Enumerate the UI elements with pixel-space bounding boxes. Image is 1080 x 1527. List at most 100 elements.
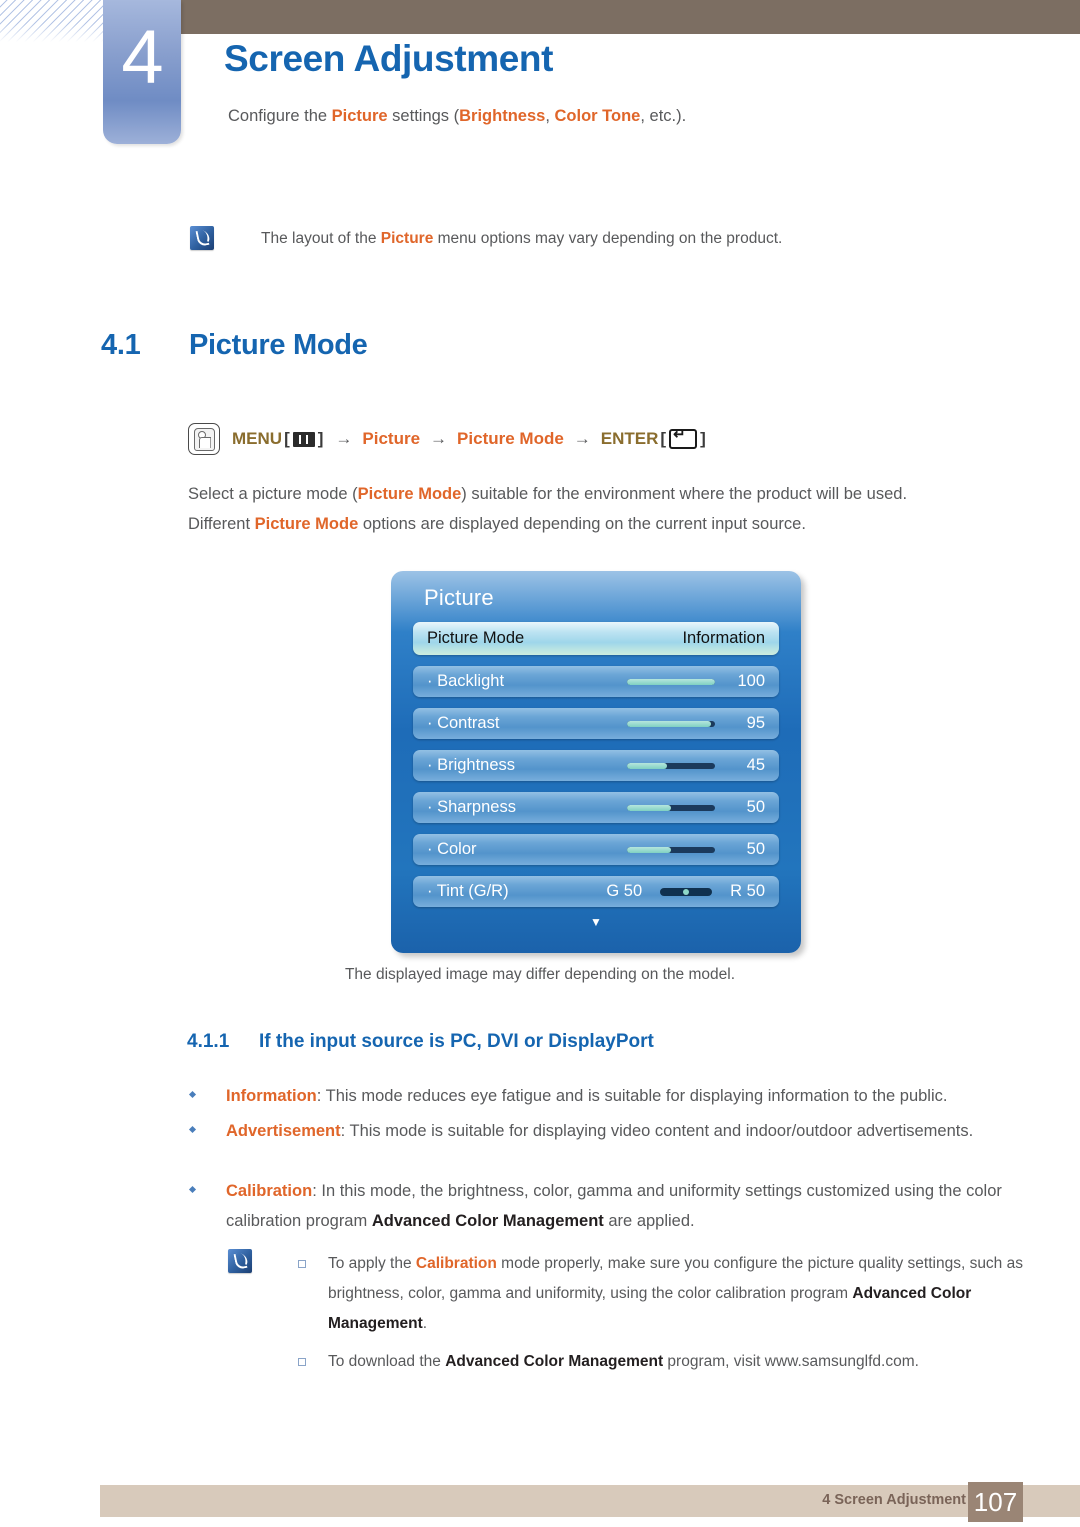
osd-row-label: · Brightness [427,756,516,774]
chapter-badge: 4 [103,0,181,144]
square-bullet-icon [298,1358,306,1366]
list-item: To apply the Calibration mode properly, … [298,1249,1028,1339]
osd-slider[interactable] [627,846,715,853]
bottom-note: To apply the Calibration mode properly, … [228,1249,1028,1385]
desc2-b: options are displayed depending on the c… [358,515,806,533]
osd-row-color[interactable]: · Color 50 [413,834,779,865]
osd-tint-red-value: R 50 [730,882,765,900]
osd-row-brightness[interactable]: · Brightness 45 [413,750,779,781]
list-item: Advertisement: This mode is suitable for… [188,1116,1010,1146]
menu-path-menu-label: MENU [232,429,283,448]
osd-tint-slider[interactable] [660,887,713,896]
osd-row-backlight[interactable]: · Backlight 100 [413,666,779,697]
top-note-b: menu options may vary depending on the p… [433,230,783,247]
footer-text: 4 Screen Adjustment [822,1492,966,1508]
subsection-title: If the input source is PC, DVI or Displa… [259,1031,654,1052]
desc2-highlight: Picture Mode [254,515,359,533]
square-bullet-icon [298,1260,306,1268]
osd-slider[interactable] [627,804,715,811]
section-number: 4.1 [101,329,141,361]
list-item: Calibration: In this mode, the brightnes… [188,1176,1010,1236]
bullet-3-rest-b: are applied. [603,1212,695,1230]
menu-path-enter-label: ENTER [600,429,659,448]
desc2-a: Different [188,515,255,533]
bracket-close-menu: ] [317,429,324,448]
chapter-subtitle-color-tone: Color Tone [554,107,641,125]
bullet-2-body: Advertisement: This mode is suitable for… [226,1116,1010,1146]
bullet-1-body: Information: This mode reduces eye fatig… [226,1081,1010,1111]
subsection-number: 4.1.1 [187,1031,230,1052]
bullet-3-term: Calibration [226,1182,313,1200]
hand-icon [194,428,215,451]
note-icon [190,226,214,250]
menu-bars-icon [292,431,315,447]
osd-row-value: 100 [737,672,765,690]
bracket-open-enter: [ [660,429,667,448]
desc1-a: Select a picture mode ( [188,485,358,503]
corner-stripes-decoration [0,0,110,42]
bullet-marker-icon [188,1090,197,1099]
description-line-2: Different Picture Mode options are displ… [188,509,1018,539]
osd-slider[interactable] [627,678,715,685]
top-note-picture: Picture [380,230,434,247]
osd-row-sharpness[interactable]: · Sharpness 50 [413,792,779,823]
bullet-marker-icon [188,1125,197,1134]
path-arrow-2: → [430,429,448,448]
menu-path: MENU [ ] → Picture → Picture Mode → ENTE… [188,423,708,455]
chapter-subtitle-d: , etc.). [640,107,687,125]
osd-slider-fill [627,804,671,811]
osd-row-value: 45 [746,756,765,774]
section-title: Picture Mode [189,329,368,361]
top-note-text: The layout of the Picture menu options m… [261,226,782,251]
osd-caption: The displayed image may differ depending… [344,966,736,983]
osd-panel: Picture Picture Mode Information · Backlig… [391,571,801,953]
description-line-1: Select a picture mode (Picture Mode) sui… [188,479,1018,509]
path-arrow-1: → [335,429,353,448]
osd-row-label: Picture Mode [427,629,525,647]
page-number: 107 [968,1482,1023,1522]
osd-slider-fill [627,762,667,769]
osd-row-label: · Sharpness [427,798,516,816]
osd-row-value: 95 [746,714,765,732]
chapter-subtitle: Configure the Picture settings (Brightne… [228,107,686,126]
bn2-a: To download the [328,1353,446,1370]
chapter-number: 4 [121,15,163,100]
osd-row-picturemode[interactable]: Picture Mode Information [413,622,779,655]
description-paragraph: Select a picture mode (Picture Mode) sui… [188,479,1018,539]
menu-path-picture: Picture [362,429,421,448]
top-note: The layout of the Picture menu options m… [190,226,1040,251]
osd-tint-green-value: G 50 [606,882,643,900]
osd-slider[interactable] [627,720,715,727]
bn2-bold: Advanced Color Management [445,1353,664,1370]
osd-row-tint[interactable]: · Tint (G/R) G 50 R 50 [413,876,779,907]
chapter-subtitle-b: settings ( [387,107,460,125]
enter-key-icon [669,426,698,449]
osd-slider-fill [627,846,671,853]
list-item: To download the Advanced Color Managemen… [298,1347,1028,1377]
osd-slider[interactable] [627,762,715,769]
bracket-open-menu: [ [284,429,290,448]
bn1-c: . [422,1315,428,1332]
osd-slider-fill [627,678,715,685]
note-icon [228,1249,252,1273]
osd-row-label: · Contrast [427,714,500,732]
osd-row-label: · Backlight [427,672,505,690]
bullet-marker-icon [188,1185,197,1194]
bn1-a: To apply the [328,1255,416,1272]
bullet-1-rest: : This mode reduces eye fatigue and is s… [316,1087,948,1105]
bn2-b: program, visit www.samsunglfd.com. [663,1353,919,1370]
osd-title: Picture [424,585,494,610]
osd-row-label: · Tint (G/R) [427,882,509,900]
chapter-subtitle-brightness: Brightness [459,107,546,125]
osd-slider-fill [627,720,711,727]
path-arrow-3: → [573,429,591,448]
bullet-2-term: Advertisement [226,1122,341,1140]
osd-row-contrast[interactable]: · Contrast 95 [413,708,779,739]
bullet-1-term: Information [226,1087,317,1105]
press-button-icon [188,423,220,455]
bottom-note-1-body: To apply the Calibration mode properly, … [328,1249,1028,1339]
osd-row-list: Picture Mode Information · Backlight 100 · C… [391,611,801,907]
bracket-close-enter: ] [700,429,706,448]
osd-scroll-down-caret[interactable]: ▼ [391,916,801,928]
chapter-subtitle-a: Configure the [228,107,332,125]
